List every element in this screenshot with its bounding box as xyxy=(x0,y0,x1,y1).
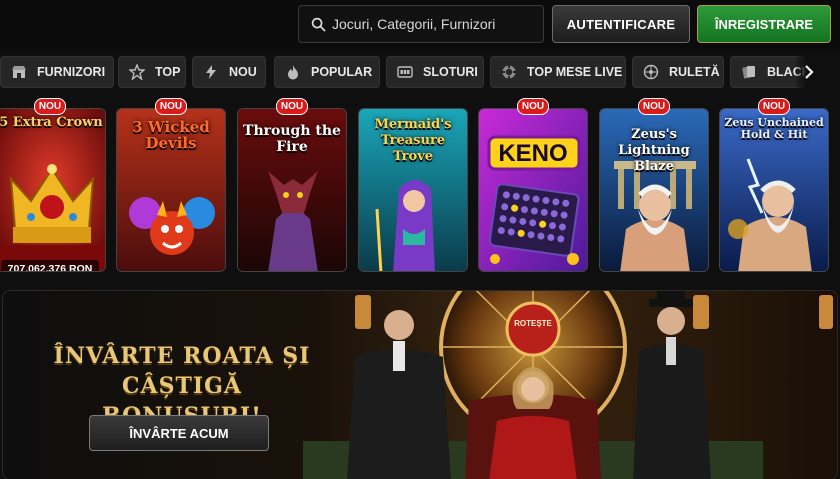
game-tile-5-extra-crown[interactable]: 5 Extra Crown 707,062.376 RON xyxy=(0,108,106,272)
game-title: Through the Fire xyxy=(243,123,341,155)
game-title: Zeus's Lightning Blaze xyxy=(618,127,690,174)
fire-icon xyxy=(285,64,301,80)
category-label: NOU xyxy=(229,65,257,79)
games-row: 5 Extra Crown 707,062.376 RON NOU 3 Wick… xyxy=(0,98,840,276)
new-badge: NOU xyxy=(758,98,790,115)
register-button[interactable]: ÎNREGISTRARE xyxy=(697,5,831,43)
game-thumbnail xyxy=(0,109,105,271)
category-furnizori[interactable]: FURNIZORI xyxy=(0,56,114,88)
category-label: TOP MESE LIVE xyxy=(527,65,623,79)
category-label: SLOTURI xyxy=(423,65,478,79)
category-top-mese-live[interactable]: TOP MESE LIVE xyxy=(490,56,626,88)
slot-machine-icon xyxy=(397,64,413,80)
category-scroll-right[interactable] xyxy=(796,56,822,88)
chevron-right-icon xyxy=(805,65,814,79)
category-nou[interactable]: NOU xyxy=(192,56,266,88)
game-tile-3-wicked-devils[interactable]: 3 Wicked Devils xyxy=(116,108,226,272)
new-badge: NOU xyxy=(517,98,549,115)
wheel-spin-label[interactable]: ROTEȘTE xyxy=(509,319,557,328)
category-label: POPULAR xyxy=(311,65,373,79)
game-tile-through-the-fire[interactable]: Through the Fire xyxy=(237,108,347,272)
new-badge: NOU xyxy=(276,98,308,115)
promo-title-line1: ÎNVÂRTE ROATA ȘI CÂȘTIGĂ xyxy=(53,343,311,399)
category-label: TOP xyxy=(155,65,181,79)
game-tile-mermaids-treasure-trove[interactable]: Mermaid's Treasure Trove xyxy=(358,108,468,272)
star-icon xyxy=(129,64,145,80)
game-title: 3 Wicked Devils xyxy=(132,118,210,152)
new-badge: NOU xyxy=(638,98,670,115)
page: AUTENTIFICARE ÎNREGISTRARE FURNIZORI TOP… xyxy=(0,0,840,479)
category-top[interactable]: TOP xyxy=(118,56,186,88)
category-nav: FURNIZORI TOP NOU POPULAR SLOTURI TOP ME… xyxy=(0,56,840,88)
game-tile-keno[interactable]: KENO xyxy=(478,108,588,272)
search-box[interactable] xyxy=(298,5,544,43)
lightning-icon xyxy=(203,64,219,80)
new-badge: NOU xyxy=(34,98,66,115)
game-title: 5 Extra Crown xyxy=(0,115,103,130)
category-popular[interactable]: POPULAR xyxy=(274,56,380,88)
game-tile-zeus-lightning-blaze[interactable]: Zeus's Lightning Blaze xyxy=(599,108,709,272)
login-button[interactable]: AUTENTIFICARE xyxy=(552,5,690,43)
spin-now-button[interactable]: ÎNVÂRTE ACUM xyxy=(89,415,269,451)
promo-banner[interactable]: ÎNVÂRTE ROATA ȘI CÂȘTIGĂ BONUSURI! ÎNVÂR… xyxy=(2,290,838,479)
roulette-icon xyxy=(643,64,659,80)
search-icon xyxy=(311,17,326,31)
category-label: FURNIZORI xyxy=(37,65,106,79)
jackpot-amount: 707,062.376 RON xyxy=(1,260,99,271)
game-title: Zeus Unchained Hold & Hit xyxy=(724,116,824,141)
search-input[interactable] xyxy=(332,16,532,32)
category-sloturi[interactable]: SLOTURI xyxy=(386,56,484,88)
game-title: KENO xyxy=(498,140,568,167)
cards-icon xyxy=(741,64,757,80)
game-thumbnail xyxy=(479,109,587,271)
category-ruleta[interactable]: RULETĂ xyxy=(632,56,724,88)
game-title: Mermaid's Treasure Trove xyxy=(374,117,452,164)
new-badge: NOU xyxy=(155,98,187,115)
category-label: RULETĂ xyxy=(669,65,720,79)
store-icon xyxy=(11,64,27,80)
header: AUTENTIFICARE ÎNREGISTRARE xyxy=(0,0,840,50)
poker-chip-icon xyxy=(501,64,517,80)
game-tile-zeus-unchained[interactable]: Zeus Unchained Hold & Hit xyxy=(719,108,829,272)
